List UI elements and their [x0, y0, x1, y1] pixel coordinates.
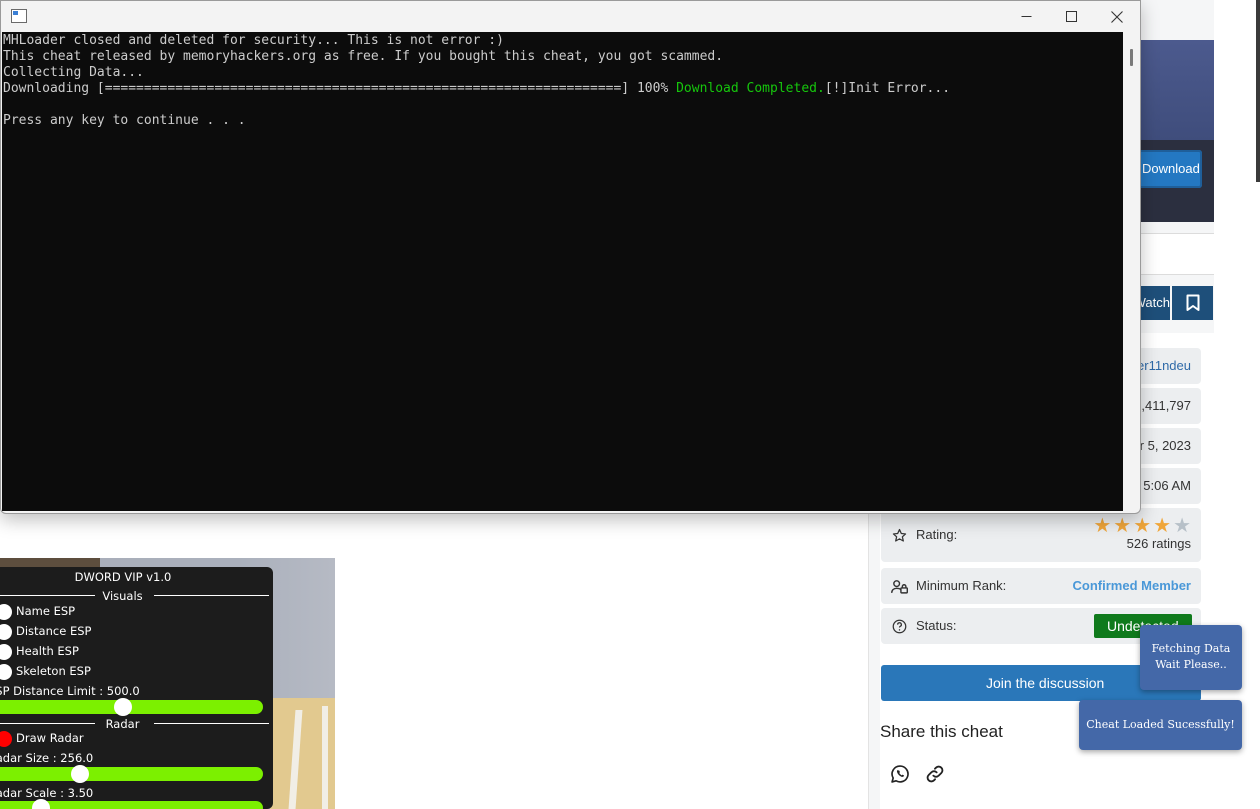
separator [0, 723, 95, 724]
star-outline-icon [890, 508, 908, 562]
console-titlebar[interactable] [1, 1, 1140, 32]
rating-row: Rating: ★ ★ ★ ★ ★ 526 ratings [881, 508, 1201, 562]
bookmark-icon [1186, 294, 1199, 311]
maximize-button[interactable] [1048, 1, 1094, 32]
radar-scale-label: Radar Scale : 3.50 [0, 786, 94, 800]
separator [0, 595, 95, 596]
skeleton-esp-label: Skeleton ESP [16, 664, 91, 678]
last-update-value: 5:06 AM [1143, 478, 1191, 493]
cheat-loaded-toast: Cheat Loaded Sucessfully! [1079, 700, 1242, 750]
star-empty-icon: ★ [1173, 515, 1191, 537]
radar-size-label: Radar Size : 256.0 [0, 751, 94, 765]
minimize-button[interactable] [1003, 1, 1049, 32]
user-lock-icon [890, 568, 908, 604]
minimize-icon [1021, 16, 1031, 17]
minimum-rank-value: Confirmed Member [1072, 578, 1191, 593]
radar-size-slider[interactable] [0, 765, 263, 783]
close-button[interactable] [1094, 1, 1140, 32]
share-title: Share this cheat [880, 722, 1003, 741]
console-download-line: Downloading [===========================… [3, 81, 950, 97]
distance-esp-checkbox[interactable] [0, 624, 12, 640]
download-completed-text: Download Completed. [676, 81, 825, 96]
page-scrollbar[interactable] [1256, 0, 1260, 182]
slider-handle[interactable] [32, 799, 50, 809]
distance-esp-label: Distance ESP [16, 624, 92, 638]
cheat-overlay-menu: DWORD VIP v1.0 Visuals Name ESP Distance… [0, 567, 273, 809]
esp-distance-limit-slider[interactable] [0, 698, 263, 716]
question-circle-icon [890, 608, 908, 644]
visuals-header: Visuals [102, 589, 143, 603]
console-scrollbar[interactable] [1124, 32, 1139, 511]
slider-handle[interactable] [114, 698, 132, 716]
close-icon [1111, 10, 1123, 23]
skeleton-esp-checkbox[interactable] [0, 664, 12, 680]
minimum-rank-label: Minimum Rank: [916, 578, 1007, 593]
fetching-data-line1: Fetching Data [1151, 642, 1231, 655]
star-filled-icon: ★ [1133, 515, 1152, 537]
cheat-banner-image [1138, 40, 1214, 222]
draw-radar-checkbox[interactable] [0, 731, 12, 747]
console-line: Collecting Data... [3, 65, 144, 80]
fetching-data-line2: Wait Please.. [1155, 658, 1227, 671]
separator [154, 595, 269, 596]
health-esp-checkbox[interactable] [0, 644, 12, 660]
bookmark-button[interactable] [1172, 286, 1213, 320]
whatsapp-icon[interactable] [889, 763, 911, 785]
radar-header: Radar [105, 717, 140, 731]
console-prompt: Press any key to continue . . . [3, 113, 246, 128]
star-filled-icon: ★ [1113, 515, 1132, 537]
console-window: MHLoader closed and deleted for security… [0, 0, 1141, 514]
star-filled-icon: ★ [1153, 515, 1172, 537]
game-scene-pole [322, 706, 328, 809]
status-label: Status: [916, 618, 957, 633]
init-error-text: [!]Init Error... [824, 81, 951, 96]
rating-label: Rating: [916, 527, 958, 542]
health-esp-label: Health ESP [16, 644, 79, 658]
link-icon[interactable] [924, 763, 946, 785]
separator [154, 723, 269, 724]
star-filled-icon: ★ [1093, 515, 1112, 537]
console-line: MHLoader closed and deleted for security… [3, 33, 504, 48]
download-progress-text: Downloading [===========================… [3, 81, 677, 96]
name-esp-label: Name ESP [16, 604, 76, 618]
console-app-icon[interactable] [11, 9, 27, 23]
maximize-icon [1065, 11, 1077, 22]
console-scrollbar-thumb[interactable] [1130, 49, 1133, 66]
views-value: 1,411,797 [1134, 398, 1191, 413]
radar-scale-slider[interactable] [0, 799, 263, 809]
rating-stars[interactable]: ★ ★ ★ ★ ★ [1093, 516, 1191, 536]
console-output[interactable]: MHLoader closed and deleted for security… [2, 32, 1123, 511]
rating-count: 526 ratings [1126, 536, 1191, 551]
esp-distance-limit-label: ESP Distance Limit : 500.0 [0, 684, 140, 698]
fetching-data-toast: Fetching Data Wait Please.. [1140, 625, 1242, 690]
menu-title: DWORD VIP v1.0 [74, 570, 172, 584]
console-line: This cheat released by memoryhackers.org… [3, 49, 724, 64]
minimum-rank-row: Minimum Rank: Confirmed Member [881, 568, 1201, 604]
name-esp-checkbox[interactable] [0, 604, 12, 620]
draw-radar-label: Draw Radar [16, 731, 84, 745]
slider-handle[interactable] [71, 765, 89, 783]
